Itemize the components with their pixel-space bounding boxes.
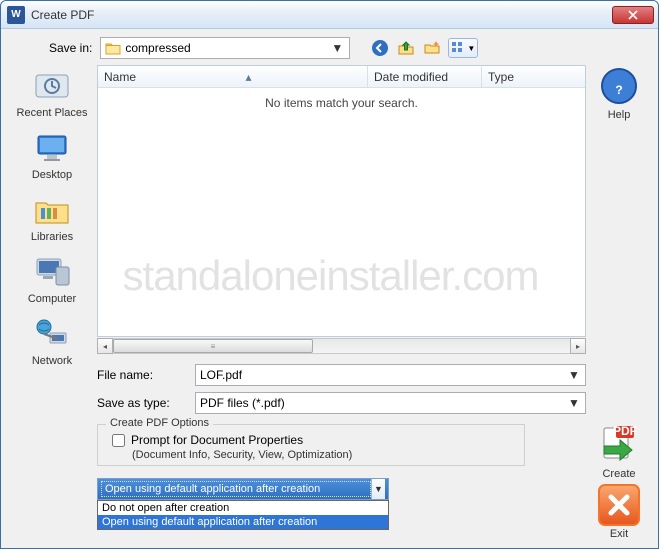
place-recent[interactable]: Recent Places <box>15 65 90 121</box>
file-list-view[interactable]: Name▴ Date modified Type No items match … <box>97 65 586 337</box>
desktop-icon <box>32 131 72 165</box>
after-creation-dropdown[interactable]: Open using default application after cre… <box>97 478 389 530</box>
list-header: Name▴ Date modified Type <box>98 66 585 88</box>
chevron-down-icon: ▼ <box>467 44 475 53</box>
close-icon <box>628 10 638 20</box>
save-in-value: compressed <box>125 41 325 55</box>
chevron-down-icon[interactable]: ▼ <box>567 368 581 382</box>
chevron-down-icon[interactable]: ▼ <box>567 396 581 410</box>
network-icon <box>32 317 72 351</box>
create-button[interactable]: PDF Create <box>598 424 640 480</box>
savetype-input[interactable] <box>200 396 567 410</box>
scroll-thumb[interactable]: ≡ <box>113 339 313 353</box>
title-bar: W Create PDF <box>1 1 658 29</box>
after-creation-option-none[interactable]: Do not open after creation <box>98 501 388 515</box>
place-computer[interactable]: Computer <box>26 251 78 307</box>
options-legend: Create PDF Options <box>106 417 213 429</box>
svg-text:?: ? <box>615 83 622 97</box>
filename-combo[interactable]: ▼ <box>195 364 586 386</box>
filename-input[interactable] <box>200 368 567 382</box>
column-name[interactable]: Name▴ <box>98 66 368 87</box>
prompt-properties-label: Prompt for Document Properties <box>131 433 303 447</box>
libraries-icon <box>32 193 72 227</box>
prompt-properties-hint: (Document Info, Security, View, Optimiza… <box>132 449 514 461</box>
list-empty-message: No items match your search. <box>98 88 585 336</box>
app-word-icon: W <box>7 6 25 24</box>
savetype-combo[interactable]: ▼ <box>195 392 586 414</box>
after-creation-selected: Open using default application after cre… <box>101 481 371 497</box>
create-pdf-icon: PDF <box>598 424 640 466</box>
action-rail: ? Help PDF Create Exit <box>592 65 646 540</box>
back-icon <box>371 39 389 57</box>
place-libraries[interactable]: Libraries <box>28 189 76 245</box>
back-button[interactable] <box>370 38 390 58</box>
scroll-track[interactable]: ≡ <box>113 338 570 354</box>
computer-icon <box>32 255 72 289</box>
folder-icon <box>105 41 121 55</box>
views-button[interactable]: ▼ <box>448 38 478 58</box>
help-icon: ? <box>599 66 639 106</box>
place-desktop[interactable]: Desktop <box>28 127 76 183</box>
sort-asc-icon: ▴ <box>245 70 251 84</box>
close-button[interactable] <box>612 6 654 24</box>
column-date[interactable]: Date modified <box>368 66 482 87</box>
create-pdf-options-group: Create PDF Options Prompt for Document P… <box>97 424 525 466</box>
place-network[interactable]: Network <box>28 313 76 369</box>
up-one-level-button[interactable] <box>396 38 416 58</box>
up-folder-icon <box>397 39 415 57</box>
scroll-right-button[interactable]: ▸ <box>570 338 586 354</box>
recent-places-icon <box>32 69 72 103</box>
chevron-down-icon[interactable]: ▼ <box>371 479 385 499</box>
after-creation-list: Do not open after creation Open using de… <box>97 500 389 530</box>
filename-label: File name: <box>97 368 187 382</box>
horizontal-scrollbar[interactable]: ◂ ≡ ▸ <box>97 338 586 354</box>
savetype-label: Save as type: <box>97 396 187 410</box>
help-button[interactable]: ? Help <box>598 65 640 121</box>
after-creation-option-default[interactable]: Open using default application after cre… <box>98 515 388 529</box>
column-type[interactable]: Type <box>482 66 585 87</box>
save-in-bar: Save in: compressed ▼ <box>49 37 646 59</box>
svg-text:PDF: PDF <box>613 424 637 438</box>
save-in-combo[interactable]: compressed ▼ <box>100 37 350 59</box>
exit-icon <box>598 484 640 526</box>
new-folder-button[interactable] <box>422 38 442 58</box>
exit-button[interactable]: Exit <box>598 484 640 540</box>
views-icon <box>451 41 465 55</box>
window-title: Create PDF <box>31 8 612 22</box>
chevron-down-icon: ▼ <box>329 41 345 55</box>
dialog-window: W Create PDF Save in: compressed ▼ <box>0 0 659 549</box>
scroll-left-button[interactable]: ◂ <box>97 338 113 354</box>
prompt-properties-checkbox[interactable] <box>112 434 125 447</box>
save-in-label: Save in: <box>49 41 92 55</box>
places-bar: Recent Places Desktop Libraries Computer… <box>13 65 91 540</box>
new-folder-icon <box>423 39 441 57</box>
